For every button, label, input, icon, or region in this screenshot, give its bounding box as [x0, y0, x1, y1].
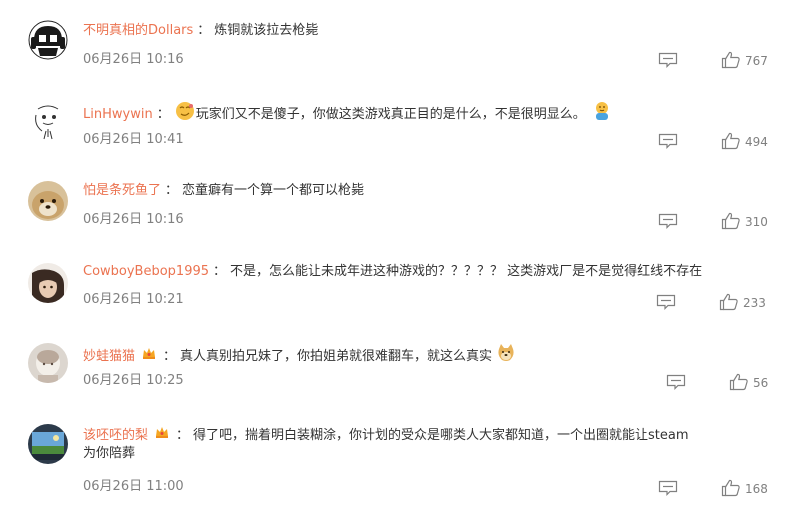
comment-text-continued: 为你陪葬	[83, 446, 136, 461]
smirk-emoji-icon	[174, 101, 196, 128]
timestamp: 06月26日 10:16	[83, 212, 184, 227]
thumbs-up-icon	[729, 373, 748, 391]
hug-emoji-icon	[592, 101, 612, 128]
reply-button[interactable]	[656, 294, 678, 312]
like-button[interactable]: 310	[721, 212, 781, 232]
comment-icon	[658, 52, 678, 68]
colon: ：	[176, 428, 190, 443]
avatar[interactable]	[28, 343, 68, 383]
username[interactable]: 妙蛙猫猫	[83, 349, 135, 364]
timestamp: 06月26日 10:21	[83, 292, 184, 307]
thumbs-up-icon	[721, 132, 740, 150]
comment-icon	[658, 133, 678, 149]
like-button[interactable]: 168	[721, 479, 781, 499]
timestamp: 06月26日 11:00	[83, 479, 184, 494]
comment-icon	[666, 374, 686, 390]
avatar[interactable]	[28, 424, 68, 464]
like-button[interactable]: 494	[721, 132, 781, 152]
thumbs-up-icon	[721, 51, 740, 69]
comment-icon	[658, 480, 678, 496]
comment-text: 炼铜就该拉去枪毙	[214, 23, 319, 38]
avatar[interactable]	[28, 101, 68, 141]
reply-button[interactable]	[658, 52, 680, 70]
reply-button[interactable]	[658, 213, 680, 231]
colon: ：	[213, 264, 227, 279]
like-button[interactable]: 767	[721, 51, 781, 71]
username[interactable]: 怕是条死鱼了	[83, 183, 161, 198]
avatar[interactable]	[28, 20, 68, 60]
like-count: 310	[745, 215, 768, 229]
reply-button[interactable]	[658, 133, 680, 151]
colon: ：	[165, 183, 179, 198]
comment-icon	[658, 213, 678, 229]
colon: ：	[163, 349, 177, 364]
username[interactable]: 不明真相的Dollars	[83, 23, 193, 38]
timestamp: 06月26日 10:25	[83, 373, 184, 388]
thumbs-up-icon	[721, 212, 740, 230]
username[interactable]: LinHwywin	[83, 107, 153, 122]
thumbs-up-icon	[721, 479, 740, 497]
reply-button[interactable]	[666, 374, 688, 392]
like-count: 767	[745, 54, 768, 68]
comment-text: 恋童癖有一个算一个都可以枪毙	[182, 183, 365, 198]
comment-text: 真人真别拍兄妹了，你拍姐弟就很难翻车，就这么真实	[180, 349, 493, 364]
colon: ：	[156, 107, 170, 122]
like-count: 494	[745, 135, 768, 149]
like-button[interactable]: 233	[719, 293, 779, 313]
timestamp: 06月26日 10:16	[83, 52, 184, 67]
username[interactable]: CowboyBebop1995	[83, 264, 209, 279]
comment-text: 玩家们又不是傻子，你做这类游戏真正目的是什么，不是很明显么。	[195, 107, 586, 122]
avatar[interactable]	[28, 263, 68, 303]
member-crown-icon	[141, 345, 157, 368]
comment-icon	[656, 294, 676, 310]
doge-emoji-icon	[496, 343, 516, 370]
username[interactable]: 该呸呸的梨	[83, 428, 148, 443]
reply-button[interactable]	[658, 480, 680, 498]
comment-text: 不是，怎么能让未成年进这种游戏的？？？？？ 这类游戏厂是不是觉得红线不存在	[230, 264, 703, 279]
like-count: 168	[745, 482, 768, 496]
avatar[interactable]	[28, 181, 68, 221]
like-count: 56	[753, 376, 769, 390]
timestamp: 06月26日 10:41	[83, 132, 184, 147]
like-count: 233	[743, 296, 766, 310]
like-button[interactable]: 56	[729, 373, 779, 393]
comment-text: 得了吧，揣着明白装糊涂，你计划的受众是哪类人大家都知道，一个出圈就能让steam	[193, 428, 689, 443]
thumbs-up-icon	[719, 293, 738, 311]
colon: ：	[197, 23, 211, 38]
member-crown-icon	[154, 424, 170, 447]
